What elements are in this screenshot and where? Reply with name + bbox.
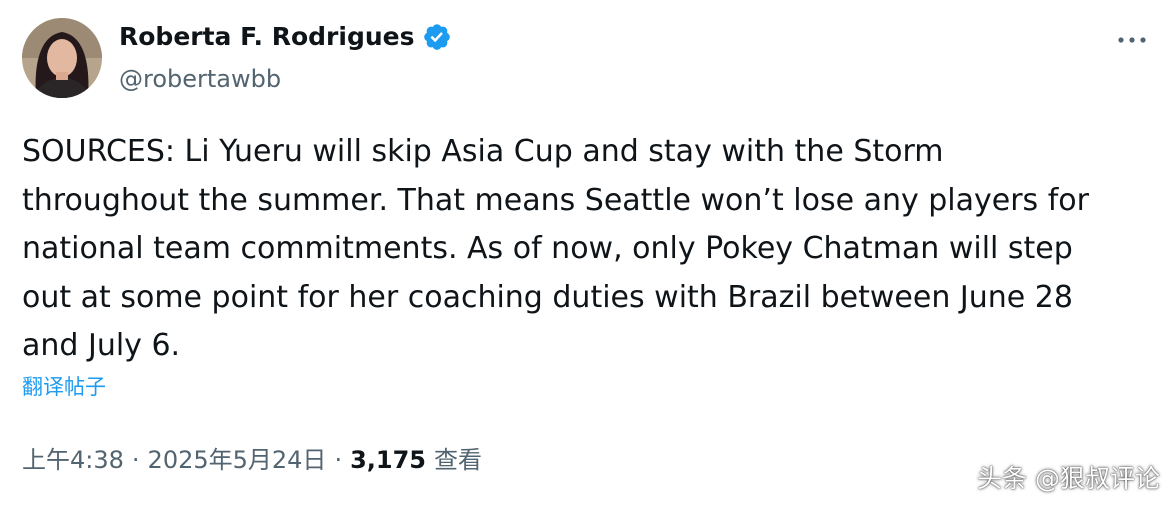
- source-watermark: 头条 @狠叔评论: [977, 464, 1160, 493]
- author-avatar[interactable]: [22, 18, 102, 98]
- post-metadata: 上午4:38 · 2025年5月24日 · 3,175 查看: [22, 443, 482, 477]
- verified-badge-icon: [422, 22, 452, 52]
- tweet-card: Roberta F. Rodrigues @robertawbb SOURCES…: [0, 0, 1176, 508]
- author-name-row: Roberta F. Rodrigues: [119, 20, 452, 54]
- views-label: 查看: [434, 446, 482, 474]
- avatar-photo: [22, 18, 102, 98]
- author-display-name[interactable]: Roberta F. Rodrigues: [119, 20, 414, 54]
- post-text: SOURCES: Li Yueru will skip Asia Cup and…: [22, 134, 1089, 364]
- views-count: 3,175: [350, 446, 426, 474]
- more-options-icon[interactable]: [1112, 26, 1152, 54]
- author-handle[interactable]: @robertawbb: [119, 63, 281, 95]
- translate-post-link[interactable]: 翻译帖子: [22, 372, 106, 402]
- post-time[interactable]: 上午4:38: [22, 443, 124, 477]
- post-date[interactable]: 2025年5月24日: [148, 443, 327, 477]
- meta-separator: ·: [131, 446, 140, 474]
- meta-separator: ·: [334, 446, 343, 474]
